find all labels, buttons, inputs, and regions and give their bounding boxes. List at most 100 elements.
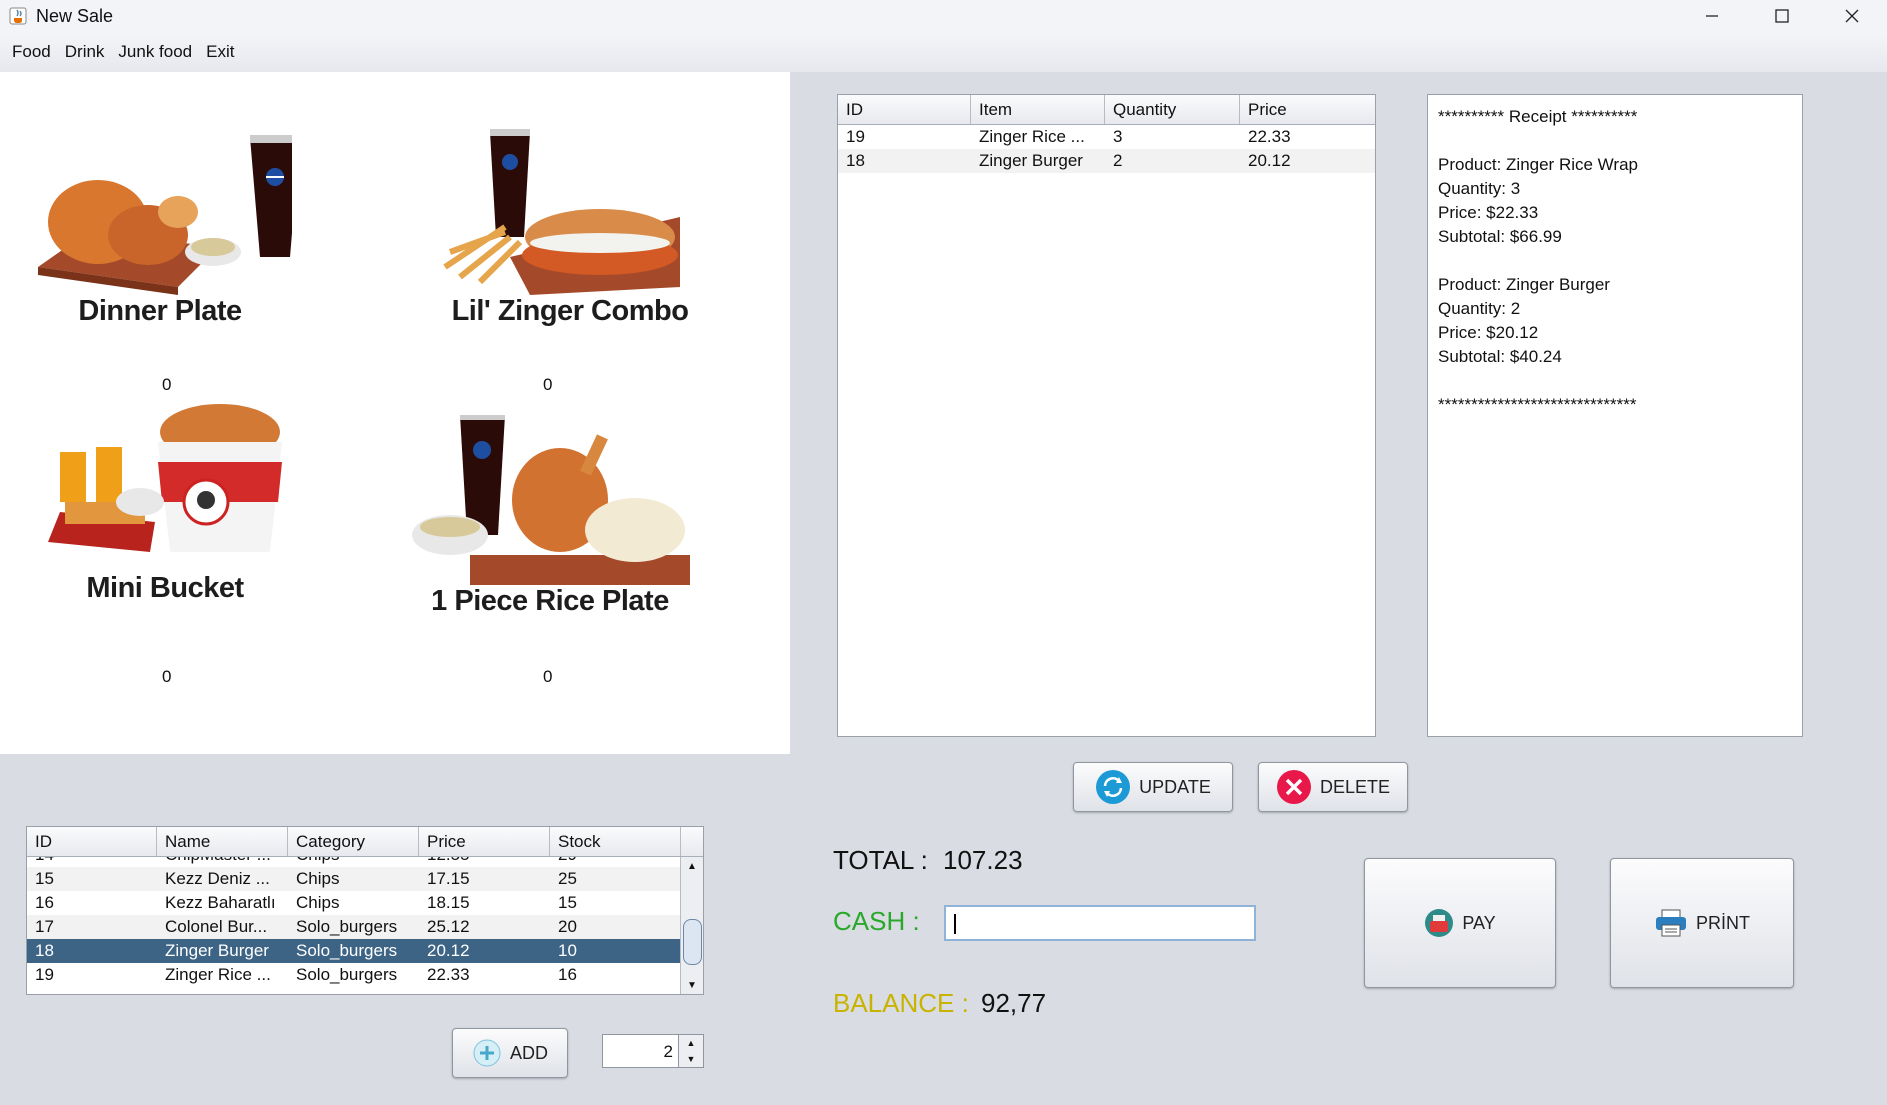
cart-table-header: ID Item Quantity Price	[838, 95, 1375, 125]
stock-header-category[interactable]: Category	[288, 827, 419, 856]
stock-cell-category: Chips	[288, 857, 419, 867]
product-name: Lil' Zinger Combo	[451, 295, 689, 327]
receipt-line: Quantity: 2	[1438, 299, 1521, 318]
menu-drink[interactable]: Drink	[58, 42, 112, 62]
stock-cell-stock: 16	[558, 965, 577, 984]
maximize-button[interactable]	[1747, 0, 1817, 32]
cart-header-quantity[interactable]: Quantity	[1105, 95, 1240, 124]
cart-row[interactable]: 19 Zinger Rice ... 3 22.33	[838, 125, 1375, 149]
print-button[interactable]: PRİNT	[1610, 858, 1794, 988]
product-1-piece-rice-plate[interactable]: 1 Piece Rice Plate	[410, 415, 690, 618]
product-panel: Dinner Plate 0 Lil' Zinger Combo 0 Mini …	[0, 72, 790, 754]
update-button[interactable]: UPDATE	[1073, 762, 1233, 812]
close-button[interactable]	[1817, 0, 1887, 32]
cart-cell-quantity: 3	[1113, 127, 1123, 146]
total-value: 107.23	[943, 845, 1023, 875]
add-button[interactable]: ADD	[452, 1028, 568, 1078]
spinner-down-icon[interactable]: ▼	[679, 1051, 703, 1067]
receipt-line: Quantity: 3	[1438, 179, 1521, 198]
balance-label: BALANCE :	[833, 988, 969, 1018]
product-name: Mini Bucket	[86, 572, 244, 604]
cart-header-id[interactable]: ID	[838, 95, 971, 124]
refresh-icon	[1096, 770, 1131, 804]
cart-cell-item: Zinger Burger	[979, 151, 1083, 170]
mini-bucket-image	[48, 404, 282, 552]
cash-input[interactable]	[944, 905, 1256, 941]
stock-cell-category: Chips	[296, 869, 340, 888]
cart-cell-item: Zinger Rice ...	[979, 127, 1085, 146]
stock-cell-price: 17.15	[427, 869, 470, 888]
stock-cell-category: Solo_burgers	[296, 917, 398, 936]
menu-exit[interactable]: Exit	[199, 42, 241, 62]
stock-cell-category: Chips	[296, 893, 340, 912]
menu-food[interactable]: Food	[0, 42, 58, 62]
cash-register-icon	[1425, 909, 1454, 937]
minimize-icon	[1706, 15, 1718, 17]
stock-cell-category: Solo_burgers	[296, 941, 398, 960]
product-lil-zinger-combo[interactable]: Lil' Zinger Combo	[440, 117, 700, 328]
close-icon	[1845, 9, 1859, 23]
receipt-line: Subtotal: $66.99	[1438, 227, 1562, 246]
stock-header-name[interactable]: Name	[157, 827, 288, 856]
scrollbar-thumb[interactable]	[683, 919, 702, 965]
delete-button[interactable]: DELETE	[1258, 762, 1408, 812]
dinner-plate-image	[38, 135, 292, 295]
stock-row[interactable]: 19 Zinger Rice ... Solo_burgers 22.33 16	[27, 963, 681, 987]
stock-cell-price: 12.55	[419, 857, 550, 867]
stock-cell-id: 16	[35, 893, 54, 912]
quantity-value: 2	[663, 1042, 673, 1061]
receipt-line: Product: Zinger Rice Wrap	[1438, 155, 1638, 174]
stock-cell-price: 22.33	[427, 965, 470, 984]
total-label: TOTAL :	[833, 845, 928, 875]
receipt-line	[1428, 249, 1802, 273]
cart-table[interactable]: ID Item Quantity Price 19 Zinger Rice ..…	[837, 94, 1376, 737]
stock-row[interactable]: 14 ChipMaster ... Chips 12.55 29	[27, 857, 681, 867]
product-dinner-plate[interactable]: Dinner Plate	[28, 117, 292, 328]
stock-cell-stock: 10	[558, 941, 577, 960]
receipt-textarea[interactable]: ********** Receipt ********** Product: Z…	[1427, 94, 1803, 737]
title-bar: New Sale	[0, 0, 1887, 32]
scroll-down-arrow-icon[interactable]: ▼	[681, 976, 703, 994]
stock-cell-id: 17	[35, 917, 54, 936]
menu-junk-food[interactable]: Junk food	[111, 42, 199, 62]
stock-cell-name: Colonel Bur...	[165, 917, 268, 936]
cart-header-item[interactable]: Item	[971, 95, 1105, 124]
cart-row[interactable]: 18 Zinger Burger 2 20.12	[838, 149, 1375, 173]
balance-value: 92,77	[981, 988, 1047, 1018]
stock-row-selected[interactable]: 18 Zinger Burger Solo_burgers 20.12 10	[27, 939, 681, 963]
stock-cell-name: Kezz Baharatlı	[165, 893, 276, 912]
window-title: New Sale	[36, 5, 114, 26]
receipt-line: ******************************	[1438, 395, 1637, 414]
delete-label: DELETE	[1319, 776, 1391, 797]
stock-cell-price: 20.12	[427, 941, 470, 960]
stock-header-price[interactable]: Price	[419, 827, 550, 856]
stock-cell-category: Solo_burgers	[296, 965, 398, 984]
stock-table[interactable]: ID Name Category Price Stock 14 ChipMast…	[26, 826, 704, 995]
product-mini-bucket[interactable]: Mini Bucket	[40, 402, 290, 605]
add-icon	[473, 1039, 501, 1067]
update-label: UPDATE	[1139, 776, 1211, 797]
cart-header-price[interactable]: Price	[1240, 95, 1375, 124]
stock-cell-name: Zinger Burger	[165, 941, 269, 960]
maximize-icon	[1775, 9, 1789, 23]
quantity-spinner[interactable]: 2 ▲ ▼	[602, 1034, 704, 1068]
stock-row[interactable]: 17 Colonel Bur... Solo_burgers 25.12 20	[27, 915, 681, 939]
stock-cell-name: Kezz Deniz ...	[165, 869, 270, 888]
print-label: PRİNT	[1696, 912, 1750, 933]
stock-header-stock[interactable]: Stock	[550, 827, 681, 856]
stock-row[interactable]: 15 Kezz Deniz ... Chips 17.15 25	[27, 867, 681, 891]
stock-cell-name: Zinger Rice ...	[165, 965, 271, 984]
spinner-up-icon[interactable]: ▲	[679, 1035, 703, 1051]
pay-button[interactable]: PAY	[1364, 858, 1556, 988]
delete-icon	[1276, 770, 1311, 804]
stock-scrollbar[interactable]: ▲ ▼	[680, 857, 703, 994]
stock-header-id[interactable]: ID	[27, 827, 157, 856]
stock-row[interactable]: 16 Kezz Baharatlı Chips 18.15 15	[27, 891, 681, 915]
stock-rows: 14 ChipMaster ... Chips 12.55 29 15 Kezz…	[27, 857, 681, 987]
receipt-line: Subtotal: $40.24	[1438, 347, 1562, 366]
add-label: ADD	[509, 1042, 548, 1063]
minimize-button[interactable]	[1677, 0, 1747, 32]
scroll-up-arrow-icon[interactable]: ▲	[681, 857, 703, 875]
product-count: 0	[162, 375, 172, 394]
stock-cell-price: 18.15	[427, 893, 470, 912]
